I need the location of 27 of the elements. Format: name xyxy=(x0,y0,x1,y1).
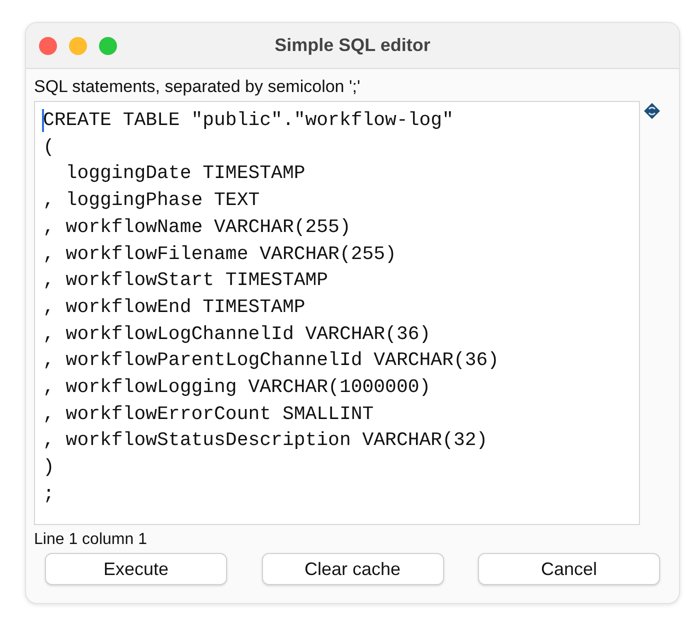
dialog-button[interactable]: Cancel xyxy=(478,553,660,585)
code-line: , workflowStart TIMESTAMP xyxy=(43,268,328,294)
code-line: ; xyxy=(43,482,54,507)
zoom-button[interactable] xyxy=(99,36,117,54)
code-line: , workflowStatusDescription VARCHAR(32) xyxy=(43,428,488,454)
dialog-button[interactable]: Execute xyxy=(45,553,227,585)
code-line: , workflowLogChannelId VARCHAR(36) xyxy=(43,322,431,347)
diamond-icon[interactable] xyxy=(644,103,660,119)
code-line: , workflowParentLogChannelId VARCHAR(36) xyxy=(43,348,500,374)
code-line: , workflowEnd TIMESTAMP xyxy=(43,294,306,320)
window-title: Simple SQL editor xyxy=(274,35,430,55)
editor-label: SQL statements, separated by semicolon ';' xyxy=(34,77,362,97)
minimize-button[interactable] xyxy=(69,36,87,54)
code-line: CREATE TABLE "public"."workflow-log" xyxy=(43,108,454,133)
code-line: , workflowName VARCHAR(255) xyxy=(43,214,351,240)
dialog-button[interactable]: Clear cache xyxy=(262,553,444,585)
text-cursor xyxy=(42,109,44,132)
code-editor[interactable] xyxy=(34,101,640,525)
code-line: , workflowErrorCount SMALLINT xyxy=(43,402,374,427)
status-text: Line 1 column 1 xyxy=(34,531,148,549)
code-line: ) xyxy=(43,455,54,480)
code-line: ( xyxy=(43,134,54,160)
code-line: , loggingPhase TEXT xyxy=(43,188,260,214)
code-line: , workflowFilename VARCHAR(255) xyxy=(43,242,396,267)
code-line: , workflowLogging VARCHAR(1000000) xyxy=(43,375,431,400)
code-line: loggingDate TIMESTAMP xyxy=(64,161,306,186)
close-button[interactable] xyxy=(39,36,57,54)
